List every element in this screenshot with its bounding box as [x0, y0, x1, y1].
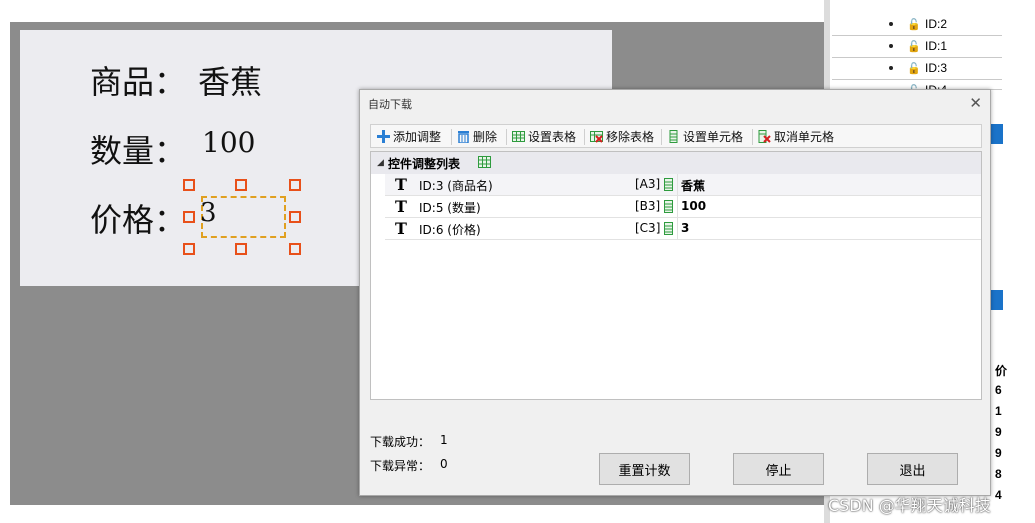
text-type-icon: T	[395, 219, 407, 238]
text-type-icon: T	[395, 175, 407, 194]
lock-icon[interactable]: 🔓	[907, 18, 921, 31]
row-cell: [A3]	[635, 177, 661, 191]
text-type-icon: T	[395, 197, 407, 216]
list-item[interactable]: T ID:6 (价格) [C3] 3	[385, 218, 981, 240]
object-item[interactable]: 🔓 ID:3	[832, 58, 1002, 80]
resize-handle-right[interactable]	[289, 211, 301, 223]
dialog-title: 自动下载	[368, 98, 412, 111]
cancel-cell-button[interactable]: 取消单元格	[758, 128, 834, 145]
success-label: 下载成功：	[370, 435, 431, 449]
cell-icon	[667, 130, 680, 143]
toolbar-separator	[506, 129, 507, 145]
toolbar-separator	[451, 129, 452, 145]
column-cell: 9	[995, 425, 1002, 439]
remove-table-button[interactable]: 移除表格	[590, 128, 654, 145]
price-label[interactable]: 价格：	[90, 195, 186, 241]
toolbar-separator	[752, 129, 753, 145]
column-divider	[677, 218, 678, 240]
list-header-title: 控件调整列表	[388, 157, 461, 171]
list-item[interactable]: T ID:3 (商品名) [A3] 香蕉	[385, 174, 981, 196]
add-adjust-button[interactable]: 添加调整	[377, 128, 441, 145]
resize-handle-bottom[interactable]	[235, 243, 247, 255]
column-cell: 4	[995, 488, 1002, 502]
product-value[interactable]: 香蕉	[198, 57, 262, 103]
list-header[interactable]: ◢ 控件调整列表	[371, 152, 981, 174]
cell-cancel-icon	[758, 130, 771, 143]
set-cell-button[interactable]: 设置单元格	[667, 128, 743, 145]
error-count: 0	[440, 457, 448, 471]
object-id: ID:1	[925, 39, 948, 53]
toolbar: 添加调整 删除 设置表格 移除表格 设置单元格 取消单元格	[370, 124, 982, 148]
sheet-icon	[664, 178, 673, 191]
row-id: ID:6 (价格)	[419, 223, 481, 237]
table-remove-icon	[590, 130, 603, 143]
trash-icon	[457, 130, 470, 144]
row-value: 100	[681, 199, 707, 213]
object-id: ID:3	[925, 61, 948, 75]
column-cell: 价	[995, 364, 1008, 378]
object-item[interactable]: 🔓 ID:2	[832, 14, 1002, 36]
remove-table-label: 移除表格	[606, 130, 655, 144]
lock-icon[interactable]: 🔓	[907, 40, 921, 53]
column-divider	[677, 196, 678, 218]
toolbar-separator	[661, 129, 662, 145]
column-cell: 9	[995, 446, 1002, 460]
set-table-button[interactable]: 设置表格	[512, 128, 576, 145]
bullet-icon	[889, 44, 893, 48]
list-item[interactable]: T ID:5 (数量) [B3] 100	[385, 196, 981, 218]
product-label[interactable]: 商品：	[90, 57, 186, 103]
resize-handle-bottom-left[interactable]	[183, 243, 195, 255]
object-item[interactable]: 🔓 ID:1	[832, 36, 1002, 58]
sheet-icon	[664, 222, 673, 235]
column-cell: 6	[995, 383, 1002, 397]
object-id: ID:2	[925, 17, 948, 31]
column-cell: 1	[995, 404, 1002, 418]
adjust-list: ◢ 控件调整列表 T ID:3 (商品名) [A3] 香蕉 T ID:5 (数量…	[370, 151, 982, 400]
exit-button[interactable]: 退出	[867, 453, 958, 485]
resize-handle-left[interactable]	[183, 211, 195, 223]
close-icon[interactable]: ✕	[969, 94, 982, 112]
selection-highlight	[991, 124, 1003, 144]
lock-icon[interactable]: 🔓	[907, 62, 921, 75]
sheet-icon	[664, 200, 673, 213]
delete-button[interactable]: 删除	[457, 128, 497, 145]
set-table-label: 设置表格	[528, 130, 577, 144]
quantity-value[interactable]: 100	[202, 126, 255, 159]
row-id: ID:3 (商品名)	[419, 179, 493, 193]
toolbar-separator	[584, 129, 585, 145]
add-adjust-label: 添加调整	[393, 130, 442, 144]
row-cell: [B3]	[635, 199, 661, 213]
error-label: 下载异常：	[370, 459, 431, 473]
row-cell: [C3]	[635, 221, 661, 235]
bullet-icon	[889, 66, 893, 70]
watermark: CSDN @华翔天诚科技	[828, 496, 991, 515]
resize-handle-top-right[interactable]	[289, 179, 301, 191]
collapse-arrow-icon[interactable]: ◢	[377, 158, 384, 168]
set-cell-label: 设置单元格	[683, 130, 744, 144]
cancel-cell-label: 取消单元格	[774, 130, 835, 144]
auto-download-dialog: 自动下载 ✕ 添加调整 删除 设置表格 移除表格 设置单元格 取消单元格 ◢ 控…	[359, 89, 991, 496]
stop-button[interactable]: 停止	[733, 453, 824, 485]
plus-icon	[377, 130, 390, 143]
row-value: 香蕉	[681, 179, 706, 193]
success-count: 1	[440, 433, 448, 447]
delete-label: 删除	[473, 130, 498, 144]
resize-handle-top[interactable]	[235, 179, 247, 191]
table-icon	[478, 156, 491, 168]
selection-highlight	[991, 290, 1003, 310]
quantity-label[interactable]: 数量：	[90, 126, 186, 172]
row-value: 3	[681, 221, 690, 235]
price-value[interactable]: 3	[200, 198, 217, 228]
row-id: ID:5 (数量)	[419, 201, 481, 215]
bullet-icon	[889, 22, 893, 26]
resize-handle-top-left[interactable]	[183, 179, 195, 191]
table-icon	[512, 130, 525, 143]
column-divider	[677, 174, 678, 196]
resize-handle-bottom-right[interactable]	[289, 243, 301, 255]
reset-count-button[interactable]: 重置计数	[599, 453, 690, 485]
column-cell: 8	[995, 467, 1002, 481]
